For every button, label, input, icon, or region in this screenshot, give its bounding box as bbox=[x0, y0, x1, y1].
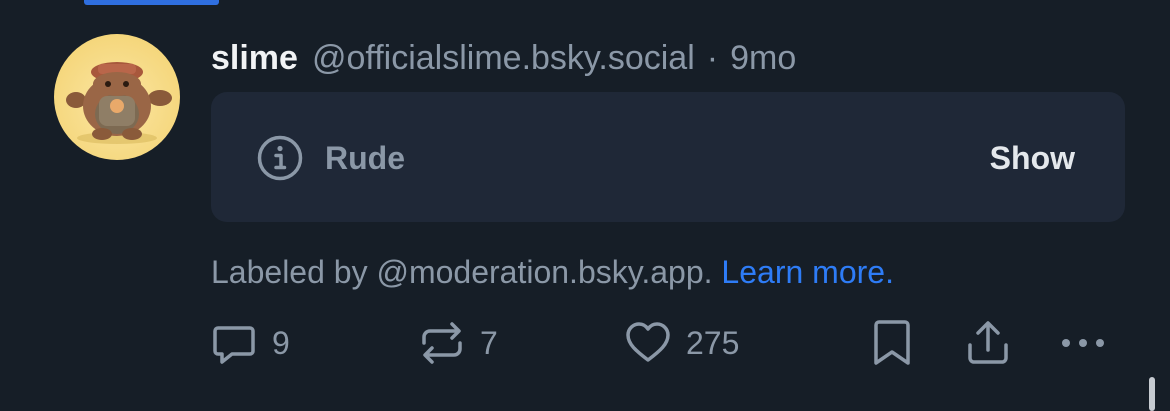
repost-icon bbox=[422, 322, 462, 364]
bookmark-button[interactable] bbox=[870, 318, 914, 368]
reply-icon bbox=[213, 326, 255, 364]
content-warning-card: Rude Show bbox=[211, 92, 1125, 222]
moderation-label: Rude bbox=[325, 140, 405, 176]
repost-button[interactable]: 7 bbox=[418, 318, 498, 368]
avatar[interactable] bbox=[54, 34, 180, 160]
timestamp[interactable]: 9mo bbox=[730, 39, 796, 78]
info-icon bbox=[257, 135, 303, 181]
post-actions: 9 7 275 bbox=[0, 318, 1170, 368]
author-handle[interactable]: @officialslime.bsky.social bbox=[312, 39, 695, 78]
like-count: 275 bbox=[686, 324, 740, 361]
labeled-by-notice: Labeled by @moderation.bsky.app. Learn m… bbox=[211, 250, 894, 294]
active-tab-indicator bbox=[84, 0, 219, 5]
share-icon bbox=[968, 321, 1008, 364]
show-button[interactable]: Show bbox=[990, 136, 1075, 180]
heart-icon bbox=[626, 322, 670, 362]
share-button[interactable] bbox=[966, 318, 1010, 368]
repost-count: 7 bbox=[480, 324, 498, 361]
avatar-image bbox=[66, 62, 172, 144]
reply-count: 9 bbox=[272, 324, 290, 361]
scrollbar-thumb[interactable] bbox=[1149, 377, 1155, 411]
post-header: slime @officialslime.bsky.social · 9mo bbox=[211, 36, 796, 80]
author-name[interactable]: slime bbox=[211, 39, 298, 78]
reply-button[interactable]: 9 bbox=[210, 318, 290, 368]
labeled-by-text: Labeled by @moderation.bsky.app. bbox=[211, 254, 713, 290]
more-icon bbox=[1062, 339, 1104, 347]
like-button[interactable]: 275 bbox=[624, 318, 739, 368]
learn-more-link[interactable]: Learn more. bbox=[721, 254, 894, 290]
bookmark-icon bbox=[874, 320, 910, 365]
more-options-button[interactable] bbox=[1058, 318, 1108, 368]
separator: · bbox=[706, 38, 719, 77]
